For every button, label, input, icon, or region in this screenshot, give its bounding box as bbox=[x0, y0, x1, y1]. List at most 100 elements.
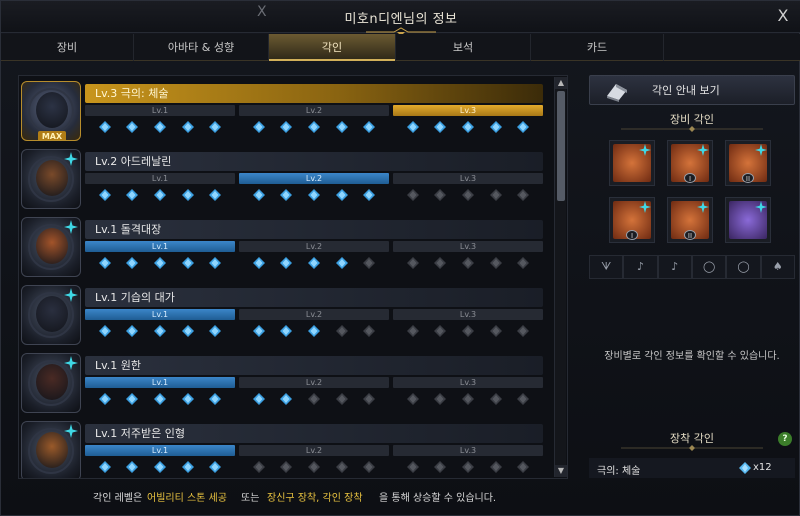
engraving-guide-button[interactable]: 각인 안내 보기 bbox=[589, 75, 795, 105]
max-badge: MAX bbox=[38, 131, 66, 140]
gem-empty-icon bbox=[434, 393, 447, 405]
section-divider bbox=[621, 126, 763, 132]
level-label: Lv.3 bbox=[393, 445, 543, 456]
filter-stone-icon[interactable]: ♠ bbox=[760, 255, 795, 279]
scroll-thumb[interactable] bbox=[557, 91, 565, 201]
filter-earring-1-icon[interactable]: ♪ bbox=[623, 255, 658, 279]
gem-empty-icon bbox=[363, 257, 376, 269]
filter-ring-1-icon[interactable]: ◯ bbox=[691, 255, 727, 279]
gem-empty-icon bbox=[363, 393, 376, 405]
gem-filled-icon bbox=[280, 121, 293, 133]
scroll-down-button[interactable]: ▼ bbox=[555, 465, 567, 477]
engraving-title: Lv.1 기습의 대가 bbox=[85, 288, 543, 307]
profile-window: X 미호n디엔님의 정보 X 장비 아바타 & 성향 각인 보석 카드 MAX L… bbox=[0, 0, 800, 516]
gem-filled-icon bbox=[209, 121, 222, 133]
engraving-title: Lv.3 극의: 체술 bbox=[85, 84, 543, 103]
ability-stone-slot[interactable] bbox=[725, 197, 771, 243]
filter-earring-2-icon[interactable]: ♪ bbox=[657, 255, 692, 279]
gem-empty-icon bbox=[489, 393, 502, 405]
tab-gems[interactable]: 보석 bbox=[396, 34, 531, 61]
level-group: Lv.2 bbox=[239, 445, 389, 478]
level-group: Lv.3 bbox=[393, 309, 543, 343]
tier-badge: I bbox=[626, 230, 638, 240]
gem-empty-icon bbox=[489, 325, 502, 337]
scroll-up-button[interactable]: ▲ bbox=[555, 77, 567, 89]
tier-badge: II bbox=[742, 173, 754, 183]
gem-empty-icon bbox=[434, 189, 447, 201]
level-label: Lv.3 bbox=[393, 173, 543, 184]
gem-filled-icon bbox=[517, 121, 530, 133]
level-group: Lv.2 bbox=[239, 309, 389, 343]
level-label: Lv.3 bbox=[393, 241, 543, 252]
sparkle-icon bbox=[64, 356, 78, 370]
gem-empty-icon bbox=[363, 461, 376, 473]
gem-filled-icon bbox=[280, 257, 293, 269]
gem-filled-icon bbox=[126, 325, 139, 337]
ring-1-slot[interactable]: I bbox=[609, 197, 655, 243]
engraving-title: Lv.1 저주받은 인형 bbox=[85, 424, 543, 443]
title-bar: X 미호n디엔님의 정보 X bbox=[1, 1, 800, 36]
ring-2-slot[interactable]: II bbox=[667, 197, 713, 243]
tab-spacer bbox=[664, 34, 800, 61]
scrollbar[interactable]: ▲ ▼ bbox=[554, 77, 567, 477]
footer-text-2: 어빌리티 스톤 세공 bbox=[147, 493, 227, 504]
footer-text-1: 각인 레벨은 bbox=[93, 493, 143, 504]
engraving-row[interactable]: Lv.2 아드레날린 Lv.1 Lv.2 Lv.3 bbox=[19, 148, 547, 210]
gem-filled-icon bbox=[153, 393, 166, 405]
engraving-row[interactable]: Lv.1 저주받은 인형 Lv.1 Lv.2 Lv.3 bbox=[19, 420, 547, 478]
equipment-hint-text: 장비별로 각인 정보를 확인할 수 있습니다. bbox=[604, 351, 780, 362]
necklace-slot[interactable] bbox=[609, 140, 655, 186]
engraving-row[interactable]: Lv.1 돌격대장 Lv.1 Lv.2 Lv.3 bbox=[19, 216, 547, 278]
tab-equipment[interactable]: 장비 bbox=[1, 34, 134, 61]
gem-filled-icon bbox=[363, 189, 376, 201]
gem-filled-icon bbox=[98, 189, 111, 201]
guide-button-label: 각인 안내 보기 bbox=[652, 84, 720, 97]
gem-filled-icon bbox=[209, 393, 222, 405]
help-icon[interactable]: ? bbox=[778, 432, 792, 446]
tab-bar: 장비 아바타 & 성향 각인 보석 카드 bbox=[1, 34, 800, 61]
footer-text-5: 을 통해 상승할 수 있습니다. bbox=[379, 493, 497, 504]
level-label: Lv.1 bbox=[85, 173, 235, 184]
gem-filled-icon bbox=[252, 257, 265, 269]
gem-empty-icon bbox=[335, 325, 348, 337]
gem-filled-icon bbox=[209, 461, 222, 473]
filter-necklace-icon[interactable]: ᗐ bbox=[589, 255, 624, 279]
gem-empty-icon bbox=[517, 257, 530, 269]
mounted-engraving-row[interactable]: 극의: 체술 x12 bbox=[589, 458, 795, 478]
engraving-levels: Lv.1 Lv.2 Lv.3 bbox=[85, 309, 543, 343]
tab-cards[interactable]: 카드 bbox=[531, 34, 664, 61]
tab-engraving[interactable]: 각인 bbox=[269, 34, 396, 61]
gem-filled-icon bbox=[307, 257, 320, 269]
gem-filled-icon bbox=[252, 325, 265, 337]
engraving-row[interactable]: MAX Lv.3 극의: 체술 Lv.1 Lv.2 Lv.3 bbox=[19, 80, 547, 142]
sparkle-icon bbox=[697, 144, 709, 156]
level-label: Lv.1 bbox=[85, 445, 235, 456]
earring-2-slot[interactable]: II bbox=[725, 140, 771, 186]
level-group: Lv.1 bbox=[85, 377, 235, 411]
gem-icon bbox=[739, 462, 751, 474]
level-label: Lv.3 bbox=[393, 309, 543, 320]
mounted-engraving-name: 극의: 체술 bbox=[597, 466, 641, 477]
gem-filled-icon bbox=[98, 325, 111, 337]
level-label: Lv.2 bbox=[239, 173, 389, 184]
engraving-row[interactable]: Lv.1 원한 Lv.1 Lv.2 Lv.3 bbox=[19, 352, 547, 414]
sparkle-icon bbox=[64, 152, 78, 166]
gem-empty-icon bbox=[434, 325, 447, 337]
gem-filled-icon bbox=[153, 325, 166, 337]
level-label: Lv.3 bbox=[393, 105, 543, 116]
earring-1-slot[interactable]: I bbox=[667, 140, 713, 186]
engraving-row[interactable]: Lv.1 기습의 대가 Lv.1 Lv.2 Lv.3 bbox=[19, 284, 547, 346]
level-group: Lv.1 bbox=[85, 445, 235, 478]
level-group: Lv.3 bbox=[393, 173, 543, 207]
tab-avatar[interactable]: 아바타 & 성향 bbox=[134, 34, 269, 61]
engraving-list: MAX Lv.3 극의: 체술 Lv.1 Lv.2 Lv.3 Lv.2 아드레날린 Lv.1… bbox=[18, 75, 568, 479]
gem-filled-icon bbox=[280, 325, 293, 337]
gem-empty-icon bbox=[252, 461, 265, 473]
gem-filled-icon bbox=[181, 393, 194, 405]
level-label: Lv.2 bbox=[239, 241, 389, 252]
gem-filled-icon bbox=[363, 121, 376, 133]
close-button[interactable]: X bbox=[773, 6, 793, 26]
filter-ring-2-icon[interactable]: ◯ bbox=[726, 255, 761, 279]
gem-empty-icon bbox=[280, 461, 293, 473]
mounted-engraving-title: 장착 각인 bbox=[670, 432, 714, 445]
